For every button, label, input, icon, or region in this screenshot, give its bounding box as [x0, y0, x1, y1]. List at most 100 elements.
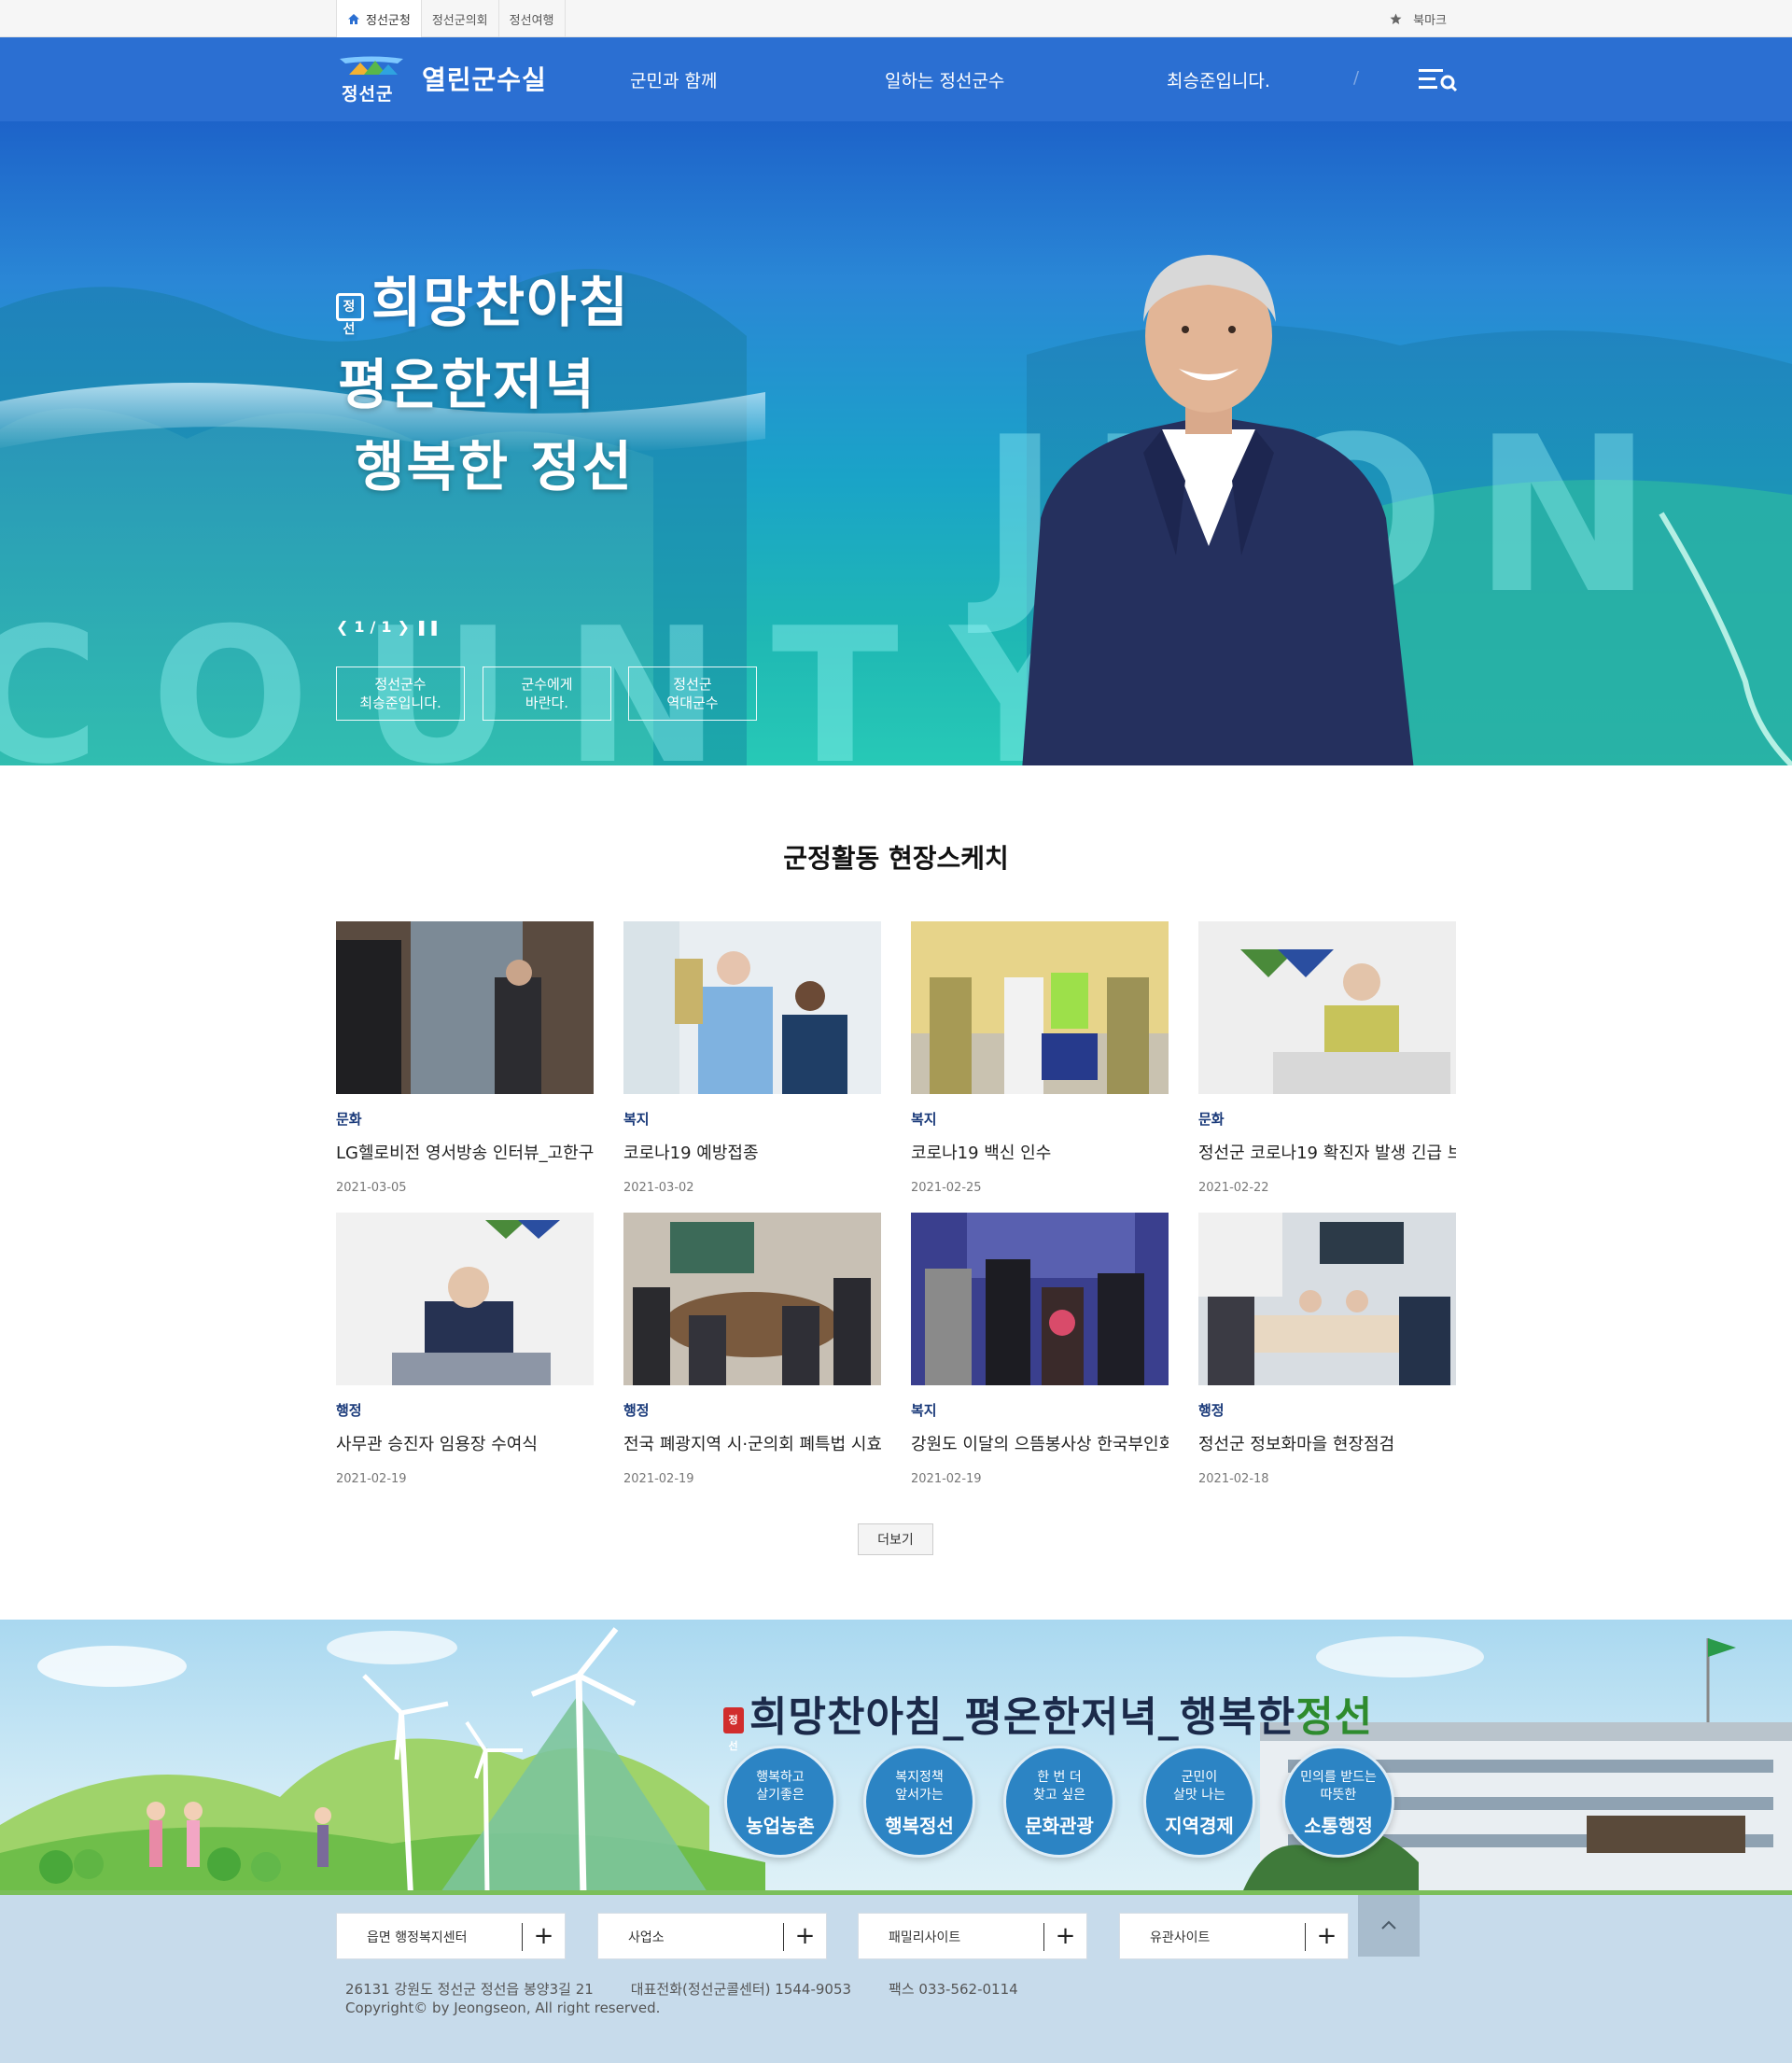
pause-icon[interactable]: ❚❚	[415, 618, 441, 636]
utility-bar: 정선군청 정선군의회 정선여행 북마크	[0, 0, 1792, 37]
gallery-photo	[911, 921, 1169, 1094]
gallery-photo	[336, 1213, 594, 1385]
link-jeongseon-gun-office[interactable]: 정선군청	[336, 0, 421, 37]
prev-slide-icon[interactable]: ❮	[336, 618, 348, 636]
card-date: 2021-02-18	[1198, 1472, 1269, 1486]
policy-circle-welfare[interactable]: 복지정책 앞서가는 행복정선	[863, 1746, 975, 1858]
select-related-site[interactable]: 유관사이트 +	[1119, 1913, 1349, 1959]
gallery-title: 군정활동 현장스케치	[783, 843, 1009, 874]
site-title[interactable]: 열린군수실	[422, 60, 547, 97]
card-category: 복지	[911, 1111, 937, 1128]
circle-sub-2: 살기좋은	[756, 1788, 805, 1803]
card-category: 복지	[911, 1402, 937, 1419]
gallery-photo	[1198, 1213, 1456, 1385]
hero-button-label: 군수에게 바란다.	[521, 675, 572, 712]
link-county-council[interactable]: 정선군의회	[420, 0, 498, 37]
scroll-to-top-button[interactable]	[1358, 1895, 1420, 1957]
gallery-card[interactable]: 복지 코로나19 백신 인수 2021-02-25	[911, 921, 1169, 1195]
select-label: 사업소	[628, 1930, 665, 1945]
gallery-card[interactable]: 행정 사무관 승진자 임용장 수여식 2021-02-19	[336, 1213, 594, 1486]
nav-introduction[interactable]: 최승준입니다.	[1167, 67, 1270, 92]
circle-sub: 군민이 살맛 나는	[1146, 1769, 1253, 1804]
circle-sub-2: 앞서가는	[895, 1788, 944, 1803]
card-title: 전국 폐광지역 시·군의회 폐특법 시효 폐지	[623, 1435, 881, 1454]
hero-button-line-1: 정선군	[673, 676, 712, 693]
nav-working-governor[interactable]: 일하는 정선군수	[885, 67, 1004, 92]
gallery-card[interactable]: 문화 정선군 코로나19 확진자 발생 긴급 브리핑 2021-02-22	[1198, 921, 1456, 1195]
hero-button-history[interactable]: 정선군 역대군수	[628, 667, 757, 721]
card-category: 행정	[1198, 1402, 1225, 1419]
policy-circle-communication[interactable]: 민의를 받드는 따뜻한 소통행정	[1282, 1746, 1394, 1858]
gallery-card[interactable]: 행정 전국 폐광지역 시·군의회 폐특법 시효 폐지 2021-02-19	[623, 1213, 881, 1486]
gallery-card[interactable]: 복지 강원도 이달의 으뜸봉사상 한국부인회 2021-02-19	[911, 1213, 1169, 1486]
card-date: 2021-02-25	[911, 1181, 982, 1195]
nav-with-residents[interactable]: 군민과 함께	[630, 67, 717, 92]
policy-circle-economy[interactable]: 군민이 살맛 나는 지역경제	[1143, 1746, 1255, 1858]
star-icon	[1390, 13, 1402, 24]
plus-icon[interactable]: +	[1043, 1923, 1086, 1951]
circle-main: 소통행정	[1304, 1815, 1373, 1837]
select-admin-center[interactable]: 읍면 행정복지센터 +	[336, 1913, 566, 1959]
select-business-office[interactable]: 사업소 +	[597, 1913, 827, 1959]
circle-sub-1: 민의를 받드는	[1300, 1770, 1377, 1785]
phone-text: 대표전화(정선군콜센터) 1544-9053	[630, 1981, 852, 1998]
circle-sub-2: 찾고 싶은	[1033, 1788, 1085, 1803]
gallery-photo	[623, 921, 881, 1094]
plus-icon[interactable]: +	[1305, 1923, 1348, 1951]
policy-circle-culture[interactable]: 한 번 더 찾고 싶은 문화관광	[1003, 1746, 1115, 1858]
link-jeongseon-travel[interactable]: 정선여행	[497, 0, 566, 37]
slogan-line-3: 행복한 정선	[355, 435, 634, 498]
circle-sub-1: 행복하고	[756, 1770, 805, 1785]
select-family-site[interactable]: 패밀리사이트 +	[858, 1913, 1087, 1959]
plus-icon[interactable]: +	[783, 1923, 826, 1951]
bookmark-button[interactable]: 북마크	[1390, 0, 1447, 37]
card-category: 행정	[623, 1402, 650, 1419]
hero-button-line-2: 바란다.	[525, 695, 569, 711]
card-title: 코로나19 예방접종	[623, 1144, 759, 1163]
plus-icon[interactable]: +	[522, 1923, 565, 1951]
hero-button-profile[interactable]: 정선군수 최승준입니다.	[336, 667, 465, 721]
county-logo[interactable]: 정선군	[336, 56, 411, 105]
gallery-photo	[911, 1213, 1169, 1385]
gallery-card[interactable]: 복지 코로나19 예방접종 2021-03-02	[623, 921, 881, 1195]
hero-visual: JEON COUNTY 정선희망찬아침 평온한저녁 행복한 정선 ❮ 1 / 1…	[0, 121, 1792, 765]
circle-sub-1: 한 번 더	[1037, 1770, 1082, 1785]
policy-circle-agriculture[interactable]: 행복하고살기좋은 농업농촌	[724, 1746, 836, 1858]
card-category: 복지	[623, 1111, 650, 1128]
circle-main: 지역경제	[1165, 1815, 1234, 1837]
card-title: 사무관 승진자 임용장 수여식	[336, 1435, 538, 1454]
fax-text: 팩스 033-562-0114	[889, 1981, 1018, 1998]
family-site-links: 정선군청 정선군의회 정선여행	[336, 0, 566, 37]
governor-portrait-image	[1022, 255, 1414, 765]
hero-slogan: 정선 희망찬아침 평온한저녁 행복한 정선	[336, 261, 634, 508]
logo-text: 정선군	[342, 84, 394, 105]
home-icon	[348, 13, 359, 24]
circle-sub: 행복하고살기좋은	[727, 1769, 833, 1804]
card-title: 강원도 이달의 으뜸봉사상 한국부인회	[911, 1435, 1169, 1454]
hero-button-line-2: 최승준입니다.	[359, 695, 441, 711]
banner-slogan: 정선희망찬아침_평온한저녁_행복한정선	[723, 1683, 1374, 1752]
chevron-up-icon	[1381, 1920, 1396, 1930]
more-button[interactable]: 더보기	[858, 1523, 933, 1555]
site-footer: 읍면 행정복지센터 + 사업소 + 패밀리사이트 + 유관사이트 + 26131…	[0, 1895, 1792, 2063]
card-category: 행정	[336, 1402, 362, 1419]
gallery-card[interactable]: 문화 LG헬로비전 영서방송 인터뷰_고한구공탄시장 2021-03-05	[336, 921, 594, 1195]
copyright-text: Copyright© by Jeongseon, All right reser…	[345, 2000, 661, 2016]
next-slide-icon[interactable]: ❯	[398, 618, 410, 636]
hero-button-label: 정선군 역대군수	[666, 675, 718, 712]
contact-info: 26131 강원도 정선군 정선읍 봉양3길 21 대표전화(정선군콜센터) 1…	[345, 1979, 1018, 1999]
nav-separator: /	[1353, 68, 1360, 88]
card-title: 정선군 정보화마을 현장점검	[1198, 1435, 1395, 1454]
slide-total: 1	[381, 618, 392, 636]
gallery-card[interactable]: 행정 정선군 정보화마을 현장점검 2021-02-18	[1198, 1213, 1456, 1486]
circle-main: 농업농촌	[746, 1815, 815, 1837]
gallery-photo	[623, 1213, 881, 1385]
address-text: 26131 강원도 정선군 정선읍 봉양3길 21	[345, 1981, 594, 1998]
hero-button-request[interactable]: 군수에게 바란다.	[483, 667, 611, 721]
card-category: 문화	[336, 1111, 362, 1128]
card-date: 2021-02-19	[623, 1472, 694, 1486]
menu-search-icon[interactable]	[1419, 66, 1458, 92]
banner-slogan-accent: 정선	[1295, 1693, 1374, 1741]
link-label: 정선군청	[366, 13, 411, 28]
slide-separator: /	[370, 618, 376, 636]
